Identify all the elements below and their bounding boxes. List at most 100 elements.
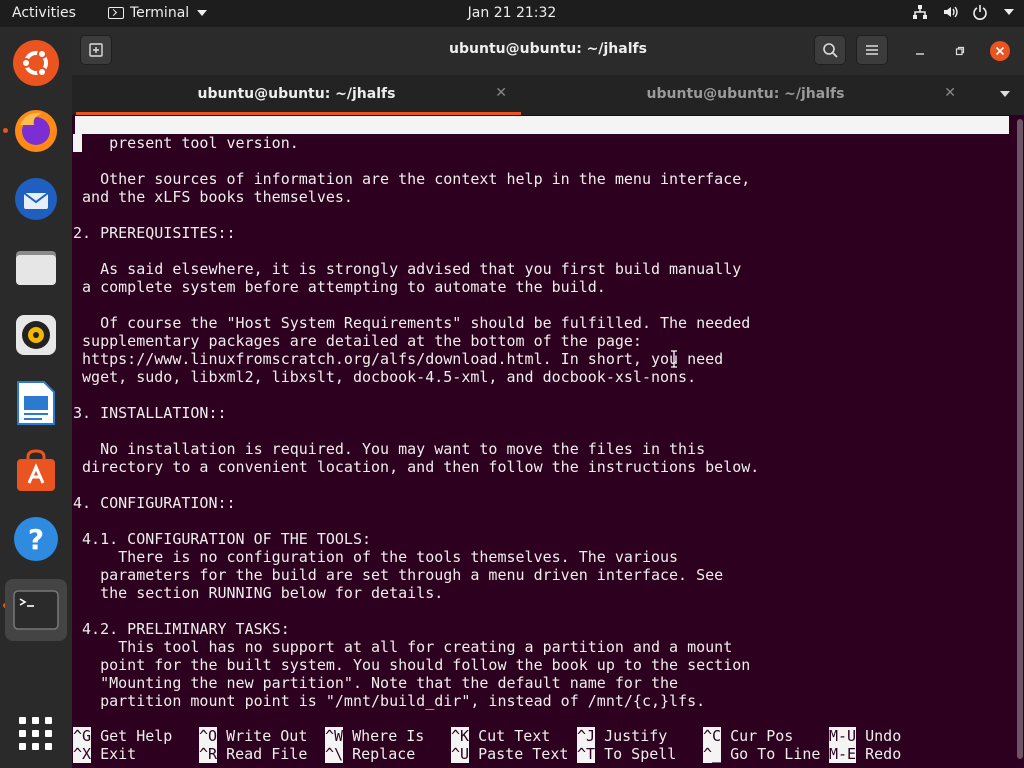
firefox-icon — [15, 110, 57, 152]
shortcut-key: M-E — [829, 745, 857, 763]
text-line: No installation is required. You may wan… — [73, 440, 706, 458]
search-icon — [823, 43, 838, 58]
text-line: point for the built system. You should f… — [73, 656, 751, 674]
shortcut-key: ^\ — [325, 745, 344, 763]
shortcut-item: ^G Get Help — [73, 727, 172, 745]
nano-shortcut-bar: ^G Get Help ^O Write Out ^W Where Is ^K Cut… — [72, 727, 1016, 767]
shortcut-label: Go To Line — [721, 745, 821, 763]
terminal-window: ubuntu@ubuntu: ~/jhalfs ubuntu@ubuntu: ~… — [72, 27, 1024, 768]
shortcut-label: Get Help — [91, 727, 173, 745]
shortcut-key: ^T — [577, 745, 596, 763]
shortcut-item: ^U Paste Text — [451, 745, 568, 763]
maximize-button[interactable] — [950, 41, 970, 61]
shortcut-label: Write Out — [217, 727, 308, 745]
network-icon[interactable] — [912, 4, 928, 20]
shortcut-key: ^R — [199, 745, 218, 763]
text-line: As said elsewhere, it is strongly advise… — [73, 260, 742, 278]
shortcut-label: To Spell — [595, 745, 677, 763]
shortcut-key: M-U — [829, 727, 857, 745]
terminal-scrollbar[interactable] — [1016, 115, 1024, 768]
dock-item-thunderbird[interactable] — [8, 171, 64, 227]
shortcut-label: Redo — [856, 745, 902, 763]
text-line: 4.1. CONFIGURATION OF THE TOOLS: — [73, 530, 372, 548]
top-bar: Activities Terminal Jan 21 21:32 — [0, 0, 1024, 27]
shortcut-label: Cur Pos — [721, 727, 794, 745]
text-line: 4.2. PRELIMINARY TASKS: — [73, 620, 290, 638]
dock-item-terminal[interactable] — [5, 579, 67, 641]
tab-label: ubuntu@ubuntu: ~/jhalfs — [646, 86, 845, 102]
dock-item-files[interactable] — [8, 239, 64, 295]
text-line: Other sources of information are the con… — [73, 170, 751, 188]
hamburger-menu-icon — [866, 45, 878, 55]
shortcut-label: Exit — [91, 745, 137, 763]
scrollbar-thumb[interactable] — [1017, 119, 1023, 759]
text-line: partition mount point is "/mnt/build_dir… — [73, 692, 706, 710]
shortcut-item: ^R Read File — [199, 745, 307, 763]
shortcut-label: Undo — [856, 727, 902, 745]
shortcut-key: ^X — [73, 745, 92, 763]
dock-item-firefox[interactable] — [8, 103, 64, 159]
shortcut-key: ^U — [451, 745, 470, 763]
shortcut-item: ^_ Go To Line — [703, 745, 820, 763]
terminal-content[interactable]: GNU nano 4.8 README present tool version… — [72, 115, 1016, 768]
text-line: There is no configuration of the tools t… — [73, 548, 679, 566]
tab-1[interactable]: ubuntu@ubuntu: ~/jhalfs ✕ — [72, 75, 521, 115]
tab-close-icon[interactable]: ✕ — [495, 85, 507, 101]
tabs-dropdown-icon[interactable] — [1000, 91, 1010, 97]
text-line: 2. PREREQUISITES:: — [73, 224, 236, 242]
text-line: present tool version. — [73, 134, 299, 152]
help-question-icon: ? — [14, 517, 58, 561]
files-folder-icon — [16, 251, 56, 285]
shortcut-label: Where Is — [343, 727, 425, 745]
shortcut-key: ^_ — [703, 745, 722, 763]
text-line: 4. CONFIGURATION:: — [73, 494, 236, 512]
shortcut-label: Cut Text — [469, 727, 551, 745]
shortcut-item: ^\ Replace — [325, 745, 415, 763]
system-tray[interactable] — [912, 4, 1014, 20]
tab-label: ubuntu@ubuntu: ~/jhalfs — [197, 86, 396, 102]
window-headerbar: ubuntu@ubuntu: ~/jhalfs — [72, 27, 1024, 76]
text-line: a complete system before attempting to a… — [73, 278, 606, 296]
tab-2[interactable]: ubuntu@ubuntu: ~/jhalfs ✕ — [521, 75, 970, 115]
thunderbird-icon — [15, 178, 57, 220]
writer-document-icon — [17, 381, 55, 425]
text-line: https://www.linuxfromscratch.org/alfs/do… — [73, 350, 724, 368]
search-button[interactable] — [814, 35, 846, 65]
volume-icon[interactable] — [942, 4, 958, 20]
minimize-icon — [916, 53, 924, 55]
dock-item-ubuntu[interactable] — [8, 35, 64, 91]
power-icon[interactable] — [972, 4, 988, 20]
text-line: Of course the "Host System Requirements"… — [73, 314, 751, 332]
dock-item-software[interactable] — [8, 443, 64, 499]
ubuntu-logo-icon — [13, 40, 59, 86]
shortcut-key: ^J — [577, 727, 596, 745]
shortcut-item: ^X Exit — [73, 745, 136, 763]
restore-icon — [955, 46, 965, 56]
shortcut-key: ^G — [73, 727, 92, 745]
shortcut-item: ^O Write Out — [199, 727, 307, 745]
shortcut-item: ^C Cur Pos — [703, 727, 793, 745]
shortcut-item: M-E Redo — [829, 745, 901, 763]
software-bag-icon — [17, 449, 55, 491]
system-menu-chevron-icon[interactable] — [1004, 9, 1014, 15]
dock-item-rhythmbox[interactable] — [8, 307, 64, 363]
menu-button[interactable] — [856, 35, 888, 65]
minimize-button[interactable] — [910, 41, 930, 61]
shortcut-item: ^T To Spell — [577, 745, 676, 763]
text-line: "Mounting the new partition". Note that … — [73, 674, 679, 692]
dock: ? — [0, 27, 72, 768]
shortcut-item: ^W Where Is — [325, 727, 424, 745]
shortcut-item: ^K Cut Text — [451, 727, 550, 745]
tab-close-icon[interactable]: ✕ — [944, 85, 956, 101]
shortcut-label: Read File — [217, 745, 308, 763]
dock-item-help[interactable]: ? — [8, 511, 64, 567]
show-applications-button[interactable] — [19, 717, 53, 751]
shortcut-key: ^O — [199, 727, 218, 745]
svg-text:?: ? — [28, 523, 44, 556]
dock-item-writer[interactable] — [8, 375, 64, 431]
nano-filename: README — [533, 152, 588, 170]
shortcut-label: Replace — [343, 745, 416, 763]
tab-bar: ubuntu@ubuntu: ~/jhalfs ✕ ubuntu@ubuntu:… — [72, 75, 1024, 115]
close-button[interactable] — [990, 41, 1010, 61]
clock[interactable]: Jan 21 21:32 — [0, 5, 1024, 21]
